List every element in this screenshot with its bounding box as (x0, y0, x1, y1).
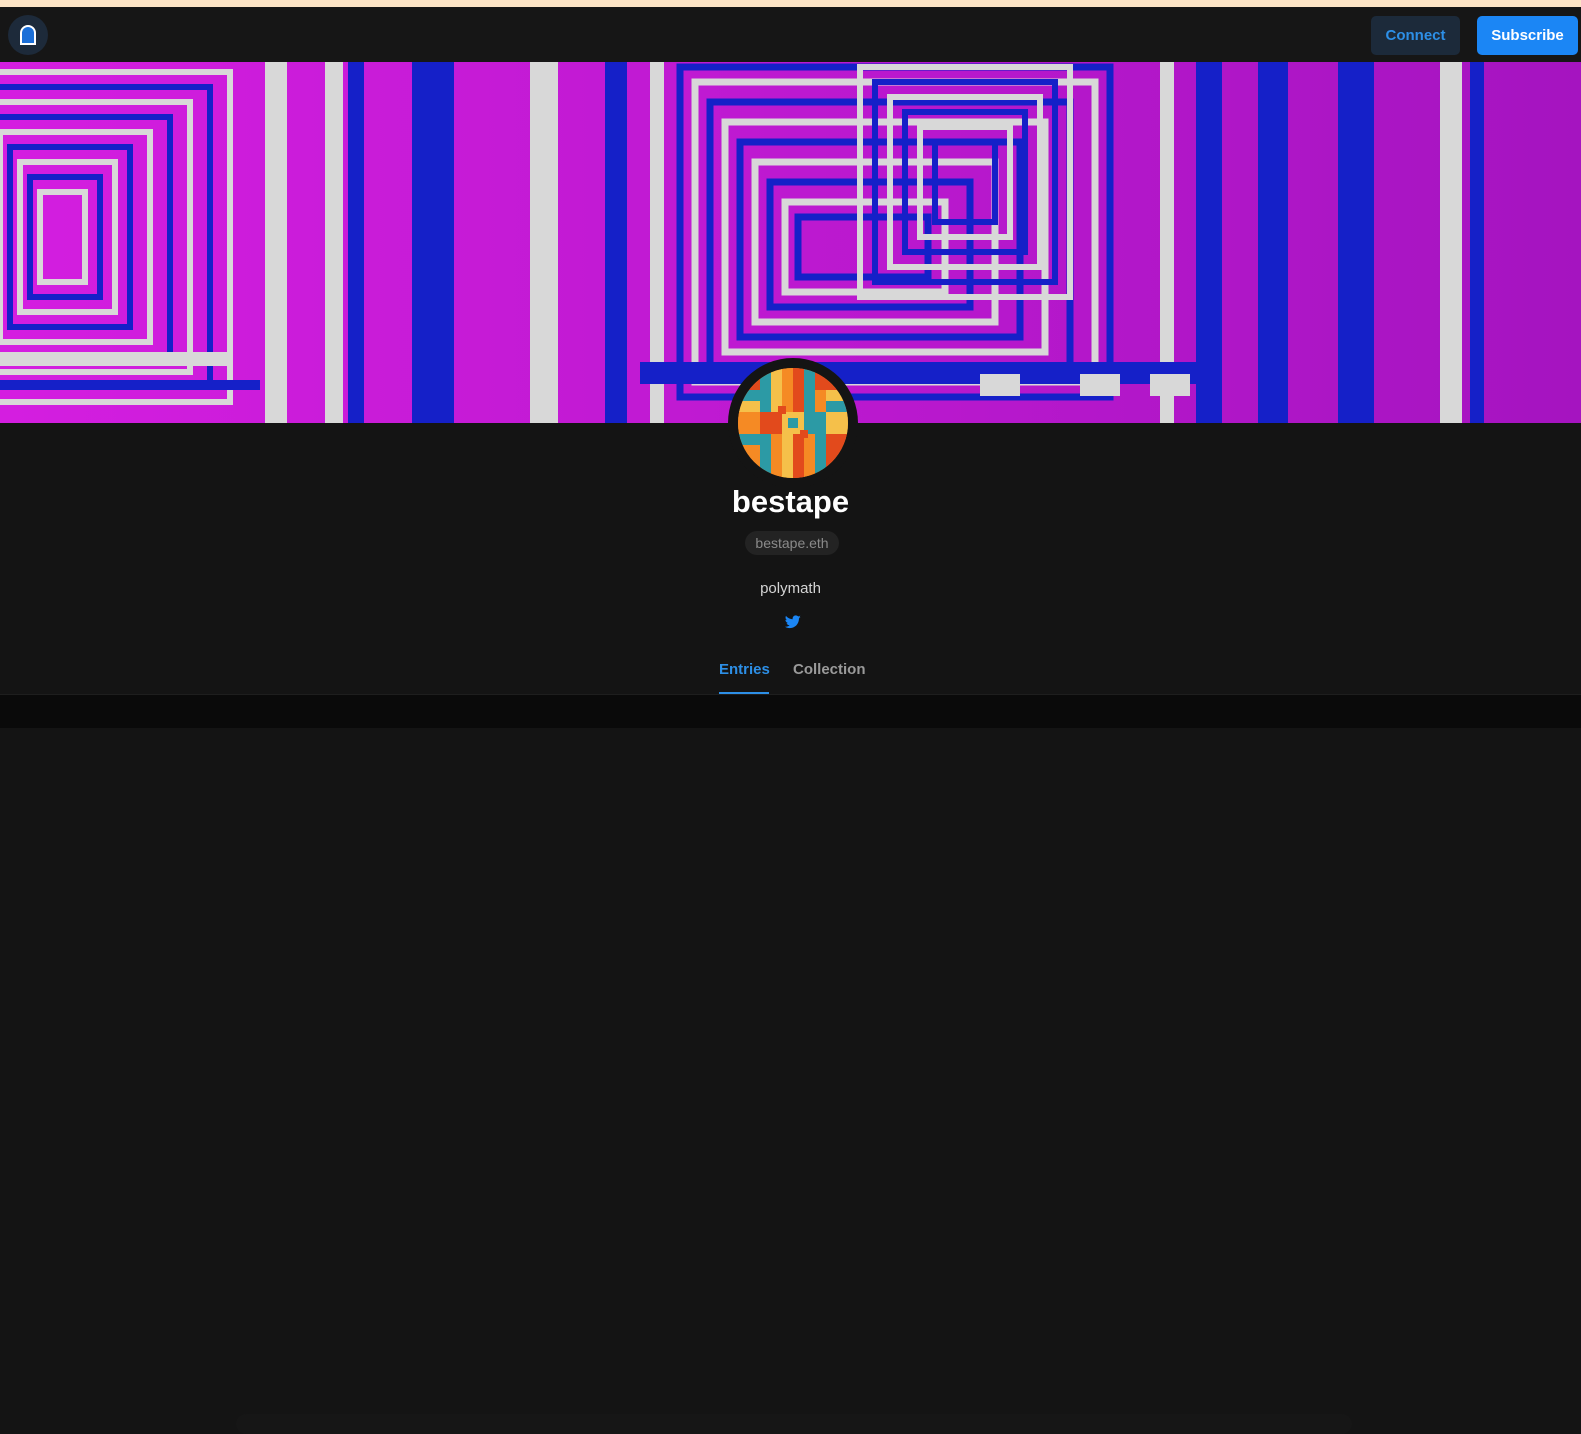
twitter-icon[interactable] (785, 615, 801, 629)
profile-name: bestape (731, 484, 850, 519)
avatar-image (738, 368, 848, 478)
ens-badge[interactable]: bestape.eth (745, 531, 839, 555)
avatar (728, 358, 858, 488)
profile-bio: polymath (760, 580, 821, 597)
avatar-mosaic (738, 368, 848, 478)
tab-entries[interactable]: Entries (719, 661, 770, 678)
navbar: Connect Subscribe (0, 7, 1581, 62)
entry-card[interactable] (236, 1414, 1352, 1434)
subscribe-button[interactable]: Subscribe (1477, 16, 1578, 55)
arch-shape (20, 25, 36, 45)
top-banner-stripe (0, 0, 1581, 7)
entries-area (0, 695, 1581, 1434)
connect-button[interactable]: Connect (1371, 16, 1460, 55)
mirror-logo-icon[interactable] (8, 15, 48, 55)
tab-collection[interactable]: Collection (793, 661, 866, 678)
